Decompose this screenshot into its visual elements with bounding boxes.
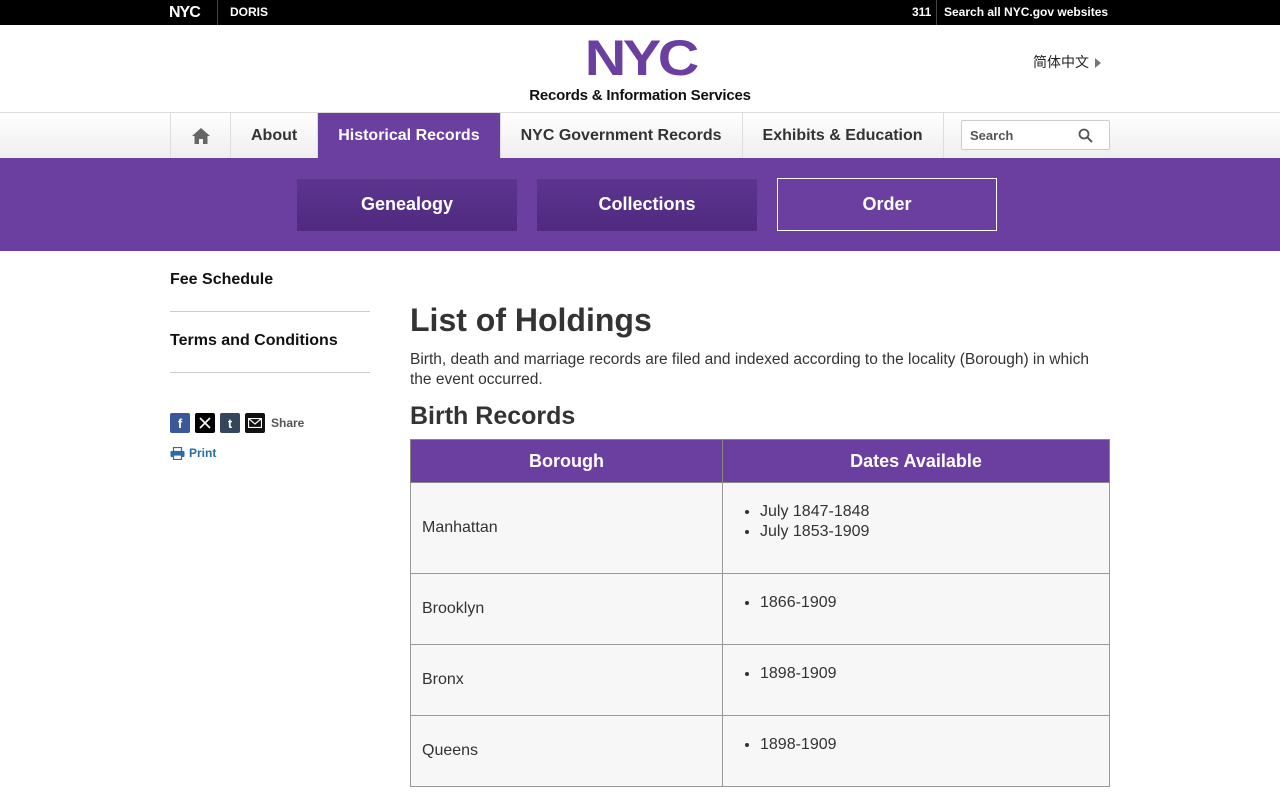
- table-row: Manhattan July 1847-1848 July 1853-1909: [410, 482, 1110, 574]
- caret-right-icon: [1095, 58, 1101, 69]
- x-twitter-icon[interactable]: [195, 413, 215, 433]
- email-icon[interactable]: [245, 413, 265, 433]
- borough-cell: Brooklyn: [410, 573, 723, 645]
- collections-button[interactable]: Collections: [537, 178, 757, 231]
- link-311[interactable]: 311: [912, 5, 931, 19]
- site-logo[interactable]: NYC Records & Information Services: [520, 30, 760, 104]
- nav-about[interactable]: About: [231, 113, 319, 158]
- table-row: Queens 1898-1909: [410, 715, 1110, 787]
- page-title: List of Holdings: [410, 302, 652, 338]
- borough-cell: Queens: [410, 715, 723, 787]
- intro-text: Birth, death and marriage records are fi…: [410, 351, 1089, 388]
- main-content: List of Holdings Birth, death and marria…: [410, 300, 1110, 430]
- top-bar: NYC DORIS 311 Search all NYC.gov website…: [0, 0, 1280, 25]
- search-input[interactable]: [962, 121, 1072, 149]
- date-range: 1898-1909: [760, 664, 1109, 684]
- dates-cell: July 1847-1848 July 1853-1909: [722, 482, 1110, 574]
- date-range: 1898-1909: [760, 735, 1109, 755]
- table-row: Brooklyn 1866-1909: [410, 573, 1110, 645]
- share-label[interactable]: Share: [271, 416, 304, 430]
- facebook-icon[interactable]: f: [170, 413, 190, 433]
- tumblr-icon[interactable]: t: [220, 413, 240, 433]
- logo-subtitle: Records & Information Services: [529, 87, 751, 104]
- main-nav: About Historical Records NYC Government …: [170, 113, 944, 158]
- sidebar-divider: [170, 372, 370, 373]
- date-range: 1866-1909: [760, 593, 1109, 613]
- birth-records-table: Borough Dates Available Manhattan July 1…: [410, 439, 1110, 787]
- order-button[interactable]: Order: [777, 178, 997, 231]
- home-icon: [191, 127, 210, 144]
- print-link[interactable]: Print: [170, 446, 216, 460]
- date-range: July 1847-1848: [760, 502, 1109, 522]
- dates-cell: 1898-1909: [722, 715, 1110, 787]
- search-icon[interactable]: [1078, 128, 1093, 148]
- nyc-mini-logo[interactable]: NYC: [169, 4, 201, 21]
- language-label: 简体中文: [1033, 54, 1089, 70]
- logo-mark: NYC: [584, 30, 698, 86]
- date-range: July 1853-1909: [760, 522, 1109, 542]
- agency-link[interactable]: DORIS: [230, 5, 268, 19]
- column-header-borough: Borough: [410, 439, 723, 483]
- print-label: Print: [189, 446, 217, 460]
- divider: [936, 0, 937, 25]
- dates-cell: 1898-1909: [722, 644, 1110, 716]
- home-button[interactable]: [171, 113, 231, 158]
- sub-nav-band: Genealogy Collections Order: [0, 158, 1280, 251]
- search-box: [961, 120, 1110, 150]
- main-nav-bar: About Historical Records NYC Government …: [0, 113, 1280, 158]
- borough-cell: Manhattan: [410, 482, 723, 574]
- table-row: Bronx 1898-1909: [410, 644, 1110, 716]
- site-header: NYC Records & Information Services 简体中文: [0, 25, 1280, 113]
- nav-nyc-government-records[interactable]: NYC Government Records: [501, 113, 743, 158]
- language-selector[interactable]: 简体中文: [1033, 52, 1101, 72]
- printer-icon: [170, 446, 185, 460]
- sidebar-link-terms[interactable]: Terms and Conditions: [170, 332, 338, 350]
- dates-cell: 1866-1909: [722, 573, 1110, 645]
- sidebar-divider: [170, 311, 370, 312]
- sidebar-link-fee-schedule[interactable]: Fee Schedule: [170, 271, 273, 289]
- nav-historical-records[interactable]: Historical Records: [318, 113, 501, 158]
- share-bar: f t Share: [170, 413, 304, 433]
- search-all-link[interactable]: Search all NYC.gov websites: [944, 5, 1108, 19]
- divider: [217, 0, 218, 25]
- section-heading: Birth Records: [410, 402, 576, 430]
- nav-exhibits-education[interactable]: Exhibits & Education: [743, 113, 944, 158]
- genealogy-button[interactable]: Genealogy: [297, 178, 517, 231]
- borough-cell: Bronx: [410, 644, 723, 716]
- column-header-dates: Dates Available: [722, 439, 1110, 483]
